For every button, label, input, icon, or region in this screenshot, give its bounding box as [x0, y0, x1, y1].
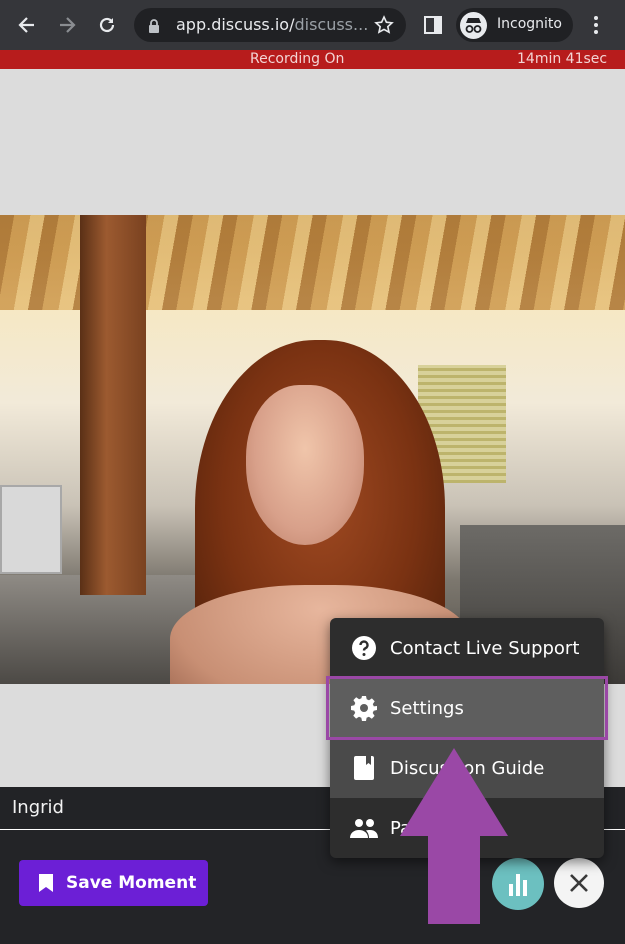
- bookmark-star-icon[interactable]: [374, 15, 394, 39]
- recording-timer: 14min 41sec: [517, 51, 608, 67]
- incognito-icon: [460, 12, 487, 39]
- participant-video: [0, 215, 625, 684]
- video-monitor: [0, 485, 62, 574]
- participant-name: Ingrid: [12, 797, 64, 818]
- forward-button[interactable]: [52, 10, 82, 40]
- side-panel-icon[interactable]: [424, 16, 442, 38]
- video-pillar: [80, 215, 146, 595]
- bookmark-icon: [39, 874, 53, 892]
- close-icon: [570, 874, 588, 892]
- url-domain: app.discuss.io/: [176, 15, 295, 34]
- menu-item-label: Contact Live Support: [390, 637, 580, 659]
- more-vert-icon[interactable]: [592, 15, 600, 39]
- settings-highlight-box: [326, 676, 608, 740]
- incognito-label: Incognito: [497, 16, 562, 32]
- close-menu-button[interactable]: [554, 858, 604, 908]
- menu-item-contact-support[interactable]: Contact Live Support: [330, 618, 604, 678]
- arrow-left-icon: [18, 17, 34, 33]
- save-moment-button[interactable]: Save Moment: [19, 860, 208, 906]
- arrow-up-icon: [400, 748, 508, 924]
- participant-face: [246, 385, 364, 545]
- help-circle-icon: [350, 634, 378, 662]
- book-icon: [350, 754, 378, 782]
- back-button[interactable]: [12, 10, 42, 40]
- arrow-right-icon: [60, 17, 76, 33]
- lock-icon: [148, 18, 160, 37]
- reload-icon: [99, 17, 115, 33]
- url-text: app.discuss.io/discuss...: [176, 15, 368, 34]
- people-icon: [350, 814, 378, 842]
- save-moment-label: Save Moment: [66, 873, 197, 893]
- recording-status: Recording On: [250, 51, 345, 67]
- url-path: discuss...: [294, 15, 369, 34]
- reload-button[interactable]: [92, 10, 122, 40]
